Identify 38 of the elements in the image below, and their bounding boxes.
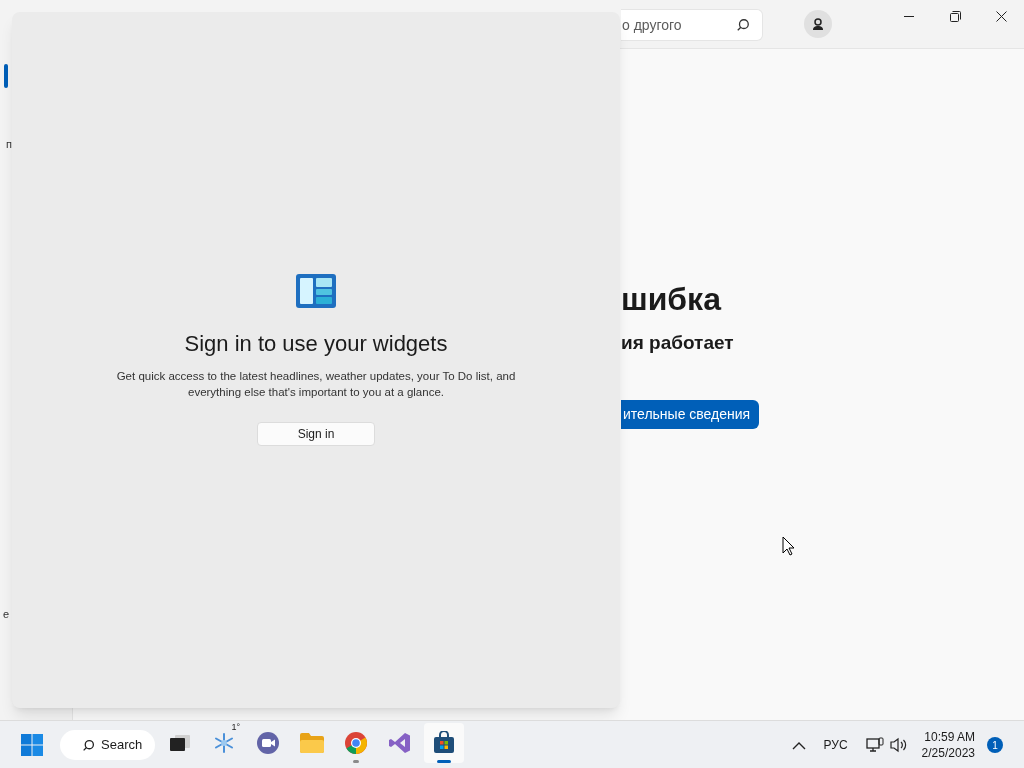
running-indicator — [353, 760, 359, 763]
clock-date[interactable]: 2/25/2023 — [921, 745, 975, 761]
temperature-label: 1° — [231, 721, 240, 734]
close-icon — [995, 10, 1007, 22]
folder-icon — [299, 732, 325, 754]
language-indicator[interactable]: РУС — [823, 736, 848, 754]
search-icon — [82, 738, 95, 752]
sign-in-button[interactable]: Sign in — [257, 422, 375, 446]
nav-label[interactable]: п — [6, 135, 12, 153]
window-icon — [169, 733, 191, 753]
running-indicator — [437, 760, 451, 763]
mouse-cursor-icon — [782, 536, 795, 556]
widgets-icon — [296, 274, 336, 308]
speaker-icon[interactable] — [889, 737, 908, 753]
error-title: шибка — [621, 280, 721, 319]
infinity-icon — [388, 731, 412, 755]
shopping-bag-icon — [432, 731, 456, 755]
taskbar-app[interactable]: 1° — [204, 723, 244, 763]
video-chat-icon — [256, 731, 280, 755]
taskbar-search[interactable]: Search — [60, 730, 155, 760]
taskbar-app[interactable] — [424, 723, 464, 763]
search-field[interactable]: о другого — [621, 9, 763, 41]
error-message: ия работает — [621, 331, 734, 355]
minimize-icon — [904, 15, 914, 17]
details-button[interactable]: ительные сведения — [621, 399, 760, 429]
browser-icon — [344, 731, 368, 755]
widgets-description: Get quick access to the latest headlines, weather updates, your To Do list, and everything else that's important to you at a glance. — [116, 369, 516, 400]
account-button[interactable] — [804, 10, 832, 38]
notification-count[interactable]: 1 — [987, 737, 1003, 753]
chevron-up-icon[interactable] — [791, 740, 806, 750]
snowflake-icon — [212, 731, 236, 755]
monitor-icon[interactable] — [865, 737, 884, 753]
restore-icon — [949, 10, 961, 22]
nav-label[interactable]: е — [3, 605, 10, 623]
person-icon — [811, 17, 825, 31]
search-icon — [736, 18, 750, 32]
clock-time[interactable]: 10:59 AM — [924, 729, 975, 745]
widgets-title: Sign in to use your widgets — [184, 330, 448, 358]
